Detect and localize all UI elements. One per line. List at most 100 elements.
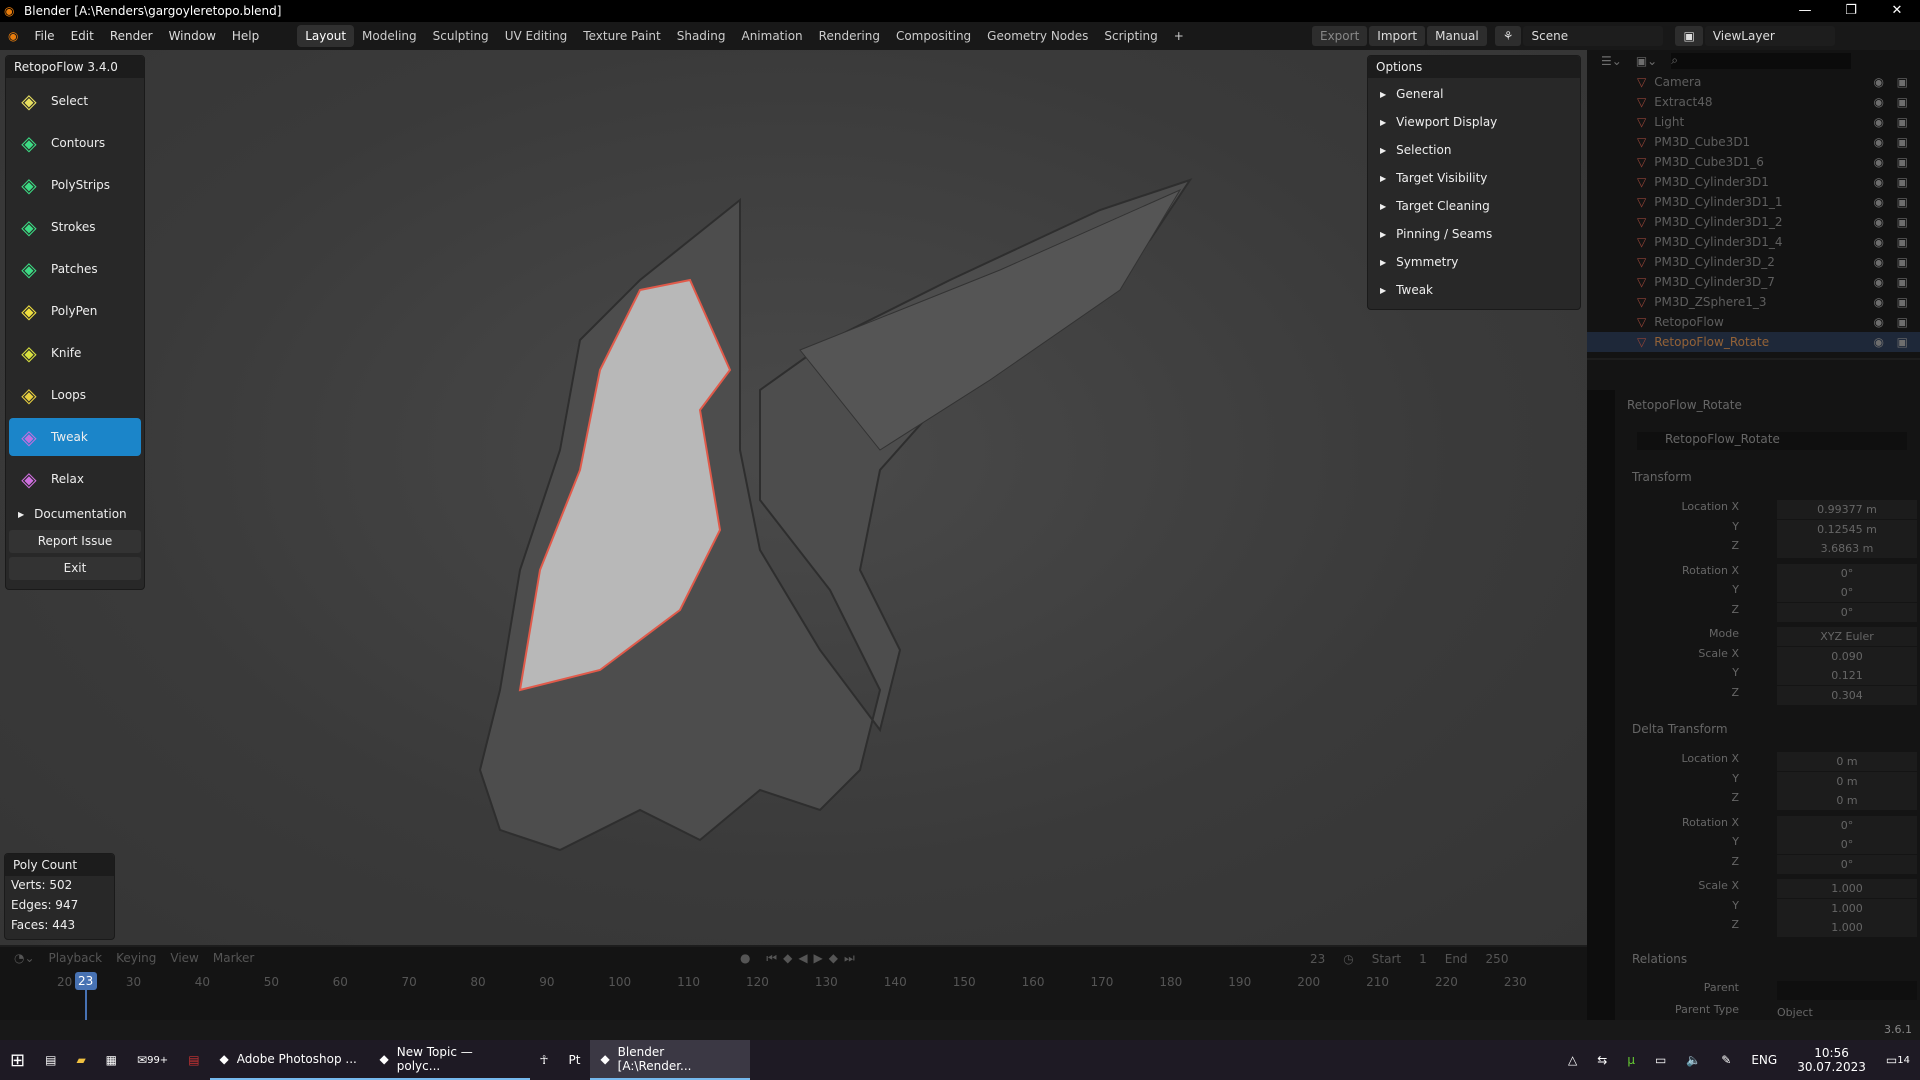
object-name-field[interactable]: RetopoFlow_Rotate xyxy=(1637,432,1907,450)
tab-layout[interactable]: Layout xyxy=(297,25,355,47)
export-button[interactable]: Export xyxy=(1312,26,1368,46)
tab-texture-paint[interactable]: Texture Paint xyxy=(575,25,668,47)
outliner-item[interactable]: ▽ Light ◉ ▣ xyxy=(1587,112,1920,132)
visibility-eye-icon[interactable]: ◉ xyxy=(1874,235,1884,249)
render-camera-icon[interactable]: ▣ xyxy=(1897,235,1908,249)
visibility-eye-icon[interactable]: ◉ xyxy=(1874,175,1884,189)
property-value-field[interactable]: 1.000 xyxy=(1777,918,1917,937)
timeline-menu-keying[interactable]: Keying xyxy=(116,951,156,965)
property-value-field[interactable]: 1.000 xyxy=(1777,879,1917,898)
current-frame-field[interactable]: 23 xyxy=(1310,952,1325,966)
store-icon[interactable]: ▦ xyxy=(96,1040,127,1080)
menu-file[interactable]: File xyxy=(26,29,62,43)
mail-icon[interactable]: ✉ 99+ xyxy=(127,1040,178,1080)
poly-count-title[interactable]: Poly Count xyxy=(5,854,114,876)
view-layer-icon[interactable]: ▣ xyxy=(1675,26,1703,46)
property-value-field[interactable]: 0° xyxy=(1777,602,1917,622)
filter-icon[interactable]: ▣⌄ xyxy=(1636,54,1657,68)
visibility-eye-icon[interactable]: ◉ xyxy=(1874,155,1884,169)
outliner-item[interactable]: ▽ PM3D_Cylinder3D1_4 ◉ ▣ xyxy=(1587,232,1920,252)
documentation-toggle[interactable]: ▶ Documentation xyxy=(6,502,144,526)
taskbar-app-firefox[interactable]: ◆ New Topic — polyc... xyxy=(369,1040,530,1080)
timeline-menu-marker[interactable]: Marker xyxy=(213,951,254,965)
option-viewport-display[interactable]: ▶ Viewport Display xyxy=(1368,108,1580,136)
google-drive-icon[interactable]: △ xyxy=(1558,1040,1587,1080)
tab-uv-editing[interactable]: UV Editing xyxy=(497,25,576,47)
minimize-button[interactable]: — xyxy=(1782,0,1828,22)
tab-shading[interactable]: Shading xyxy=(669,25,734,47)
property-value-field[interactable]: 0 m xyxy=(1777,771,1917,791)
property-value-field[interactable]: 0 m xyxy=(1777,791,1917,810)
tab-modeling[interactable]: Modeling xyxy=(354,25,425,47)
render-camera-icon[interactable]: ▣ xyxy=(1897,155,1908,169)
taskbar-app-photoshop[interactable]: ◆ Adobe Photoshop ... xyxy=(209,1040,370,1080)
property-value-field[interactable]: 3.6863 m xyxy=(1777,539,1917,558)
option-tweak[interactable]: ▶ Tweak xyxy=(1368,276,1580,304)
visibility-eye-icon[interactable]: ◉ xyxy=(1874,255,1884,269)
property-value-field[interactable]: 0° xyxy=(1777,835,1917,854)
parent-field[interactable] xyxy=(1777,981,1917,1000)
retopoflow-title[interactable]: RetopoFlow 3.4.0 xyxy=(6,56,144,78)
outliner-item[interactable]: ▽ PM3D_Cylinder3D_7 ◉ ▣ xyxy=(1587,272,1920,292)
delta-transform-section[interactable]: Delta Transform xyxy=(1632,722,1728,736)
tool-select[interactable]: ◈ Select xyxy=(9,82,141,120)
property-value-field[interactable]: 0.121 xyxy=(1777,666,1917,685)
playback-controls[interactable]: ● ⏮◆◀▶◆⏭ xyxy=(740,951,861,966)
render-camera-icon[interactable]: ▣ xyxy=(1897,135,1908,149)
report-issue-button[interactable]: Report Issue xyxy=(9,530,141,553)
options-title[interactable]: Options xyxy=(1368,56,1580,78)
render-camera-icon[interactable]: ▣ xyxy=(1897,255,1908,269)
property-value-field[interactable]: 1.000 xyxy=(1777,898,1917,918)
network-icon[interactable]: ▭ xyxy=(1645,1040,1676,1080)
outliner-item[interactable]: ▽ PM3D_ZSphere1_3 ◉ ▣ xyxy=(1587,292,1920,312)
menu-render[interactable]: Render xyxy=(102,29,161,43)
property-value-field[interactable]: XYZ Euler xyxy=(1777,627,1917,646)
property-value-field[interactable]: 0° xyxy=(1777,815,1917,835)
outliner-item[interactable]: ▽ RetopoFlow_Rotate ◉ ▣ xyxy=(1587,332,1920,352)
scene-icon[interactable]: ⚘ xyxy=(1494,26,1522,46)
exit-button[interactable]: Exit xyxy=(9,557,141,580)
task-view-icon[interactable]: ▤ xyxy=(35,1040,66,1080)
start-button[interactable]: ⊞ xyxy=(0,1040,35,1080)
property-value-field[interactable]: 0.304 xyxy=(1777,685,1917,705)
outliner-item[interactable]: ▽ PM3D_Cube3D1 ◉ ▣ xyxy=(1587,132,1920,152)
visibility-eye-icon[interactable]: ◉ xyxy=(1874,295,1884,309)
tool-tweak[interactable]: ◈ Tweak xyxy=(9,418,141,456)
property-value-field[interactable]: 0.99377 m xyxy=(1777,500,1917,519)
taskbar-app-blender[interactable]: ◆ Blender [A:\Render... xyxy=(590,1040,751,1080)
visibility-eye-icon[interactable]: ◉ xyxy=(1874,315,1884,329)
sync-icon[interactable]: ⇆ xyxy=(1587,1040,1617,1080)
language-indicator[interactable]: ENG xyxy=(1741,1040,1787,1080)
outliner-item[interactable]: ▽ PM3D_Cube3D1_6 ◉ ▣ xyxy=(1587,152,1920,172)
render-camera-icon[interactable]: ▣ xyxy=(1897,215,1908,229)
render-camera-icon[interactable]: ▣ xyxy=(1897,115,1908,129)
option-target-visibility[interactable]: ▶ Target Visibility xyxy=(1368,164,1580,192)
visibility-eye-icon[interactable]: ◉ xyxy=(1874,215,1884,229)
save-app-icon[interactable]: ▤ xyxy=(178,1040,209,1080)
tool-relax[interactable]: ◈ Relax xyxy=(9,460,141,498)
render-camera-icon[interactable]: ▣ xyxy=(1897,175,1908,189)
visibility-eye-icon[interactable]: ◉ xyxy=(1874,335,1884,349)
outliner-item[interactable]: ▽ PM3D_Cylinder3D1_1 ◉ ▣ xyxy=(1587,192,1920,212)
file-explorer-icon[interactable]: ▰ xyxy=(66,1040,95,1080)
property-value-field[interactable]: 0.12545 m xyxy=(1777,519,1917,539)
option-selection[interactable]: ▶ Selection xyxy=(1368,136,1580,164)
add-workspace-button[interactable]: + xyxy=(1166,25,1192,47)
zbrush-icon[interactable]: ☥ xyxy=(530,1040,559,1080)
visibility-eye-icon[interactable]: ◉ xyxy=(1874,135,1884,149)
visibility-eye-icon[interactable]: ◉ xyxy=(1874,275,1884,289)
menu-window[interactable]: Window xyxy=(161,29,224,43)
option-symmetry[interactable]: ▶ Symmetry xyxy=(1368,248,1580,276)
relations-section[interactable]: Relations xyxy=(1632,952,1687,966)
tool-loops[interactable]: ◈ Loops xyxy=(9,376,141,414)
clock-icon[interactable]: ◷ xyxy=(1343,952,1353,966)
transform-section[interactable]: Transform xyxy=(1632,470,1692,484)
tool-patches[interactable]: ◈ Patches xyxy=(9,250,141,288)
playhead[interactable]: 23 xyxy=(74,972,97,990)
tool-knife[interactable]: ◈ Knife xyxy=(9,334,141,372)
render-camera-icon[interactable]: ▣ xyxy=(1897,335,1908,349)
outliner-item[interactable]: ▽ RetopoFlow ◉ ▣ xyxy=(1587,312,1920,332)
tab-scripting[interactable]: Scripting xyxy=(1096,25,1165,47)
render-camera-icon[interactable]: ▣ xyxy=(1897,275,1908,289)
tool-contours[interactable]: ◈ Contours xyxy=(9,124,141,162)
